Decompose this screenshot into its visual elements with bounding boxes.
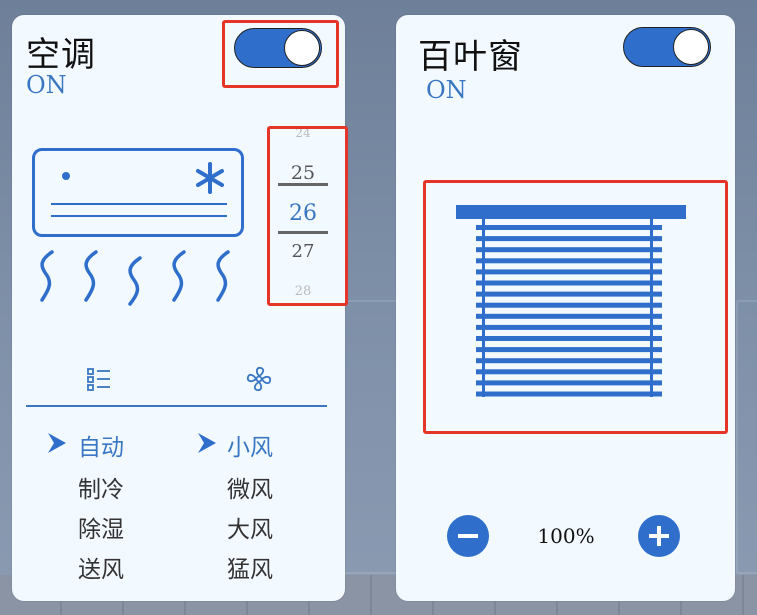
blind-highlight xyxy=(423,180,728,434)
temp-picker-highlight xyxy=(267,126,348,306)
ac-vent-line xyxy=(51,203,227,205)
airflow-waves-icon xyxy=(40,250,230,306)
plus-icon xyxy=(649,526,669,546)
air-conditioner-icon xyxy=(32,148,244,237)
wall-panel-right xyxy=(736,300,757,574)
ac-indicator-dot xyxy=(62,172,70,180)
mode-option-dehumidify[interactable]: 除湿 xyxy=(78,510,124,544)
selected-arrow-icon xyxy=(198,433,216,453)
snowflake-icon xyxy=(196,162,224,194)
mode-list-icon[interactable] xyxy=(85,365,113,393)
blind-open-value: 100% xyxy=(537,524,595,548)
blind-state: ON xyxy=(426,76,467,104)
selected-arrow-icon xyxy=(48,433,66,453)
ac-title: 空调 xyxy=(26,35,96,75)
tab-divider xyxy=(26,405,327,407)
fan-option-breeze[interactable]: 微风 xyxy=(227,470,273,504)
ac-state: ON xyxy=(26,71,67,99)
mode-option-auto[interactable]: 自动 xyxy=(78,428,124,462)
mode-option-cool[interactable]: 制冷 xyxy=(78,470,124,504)
minus-icon xyxy=(458,534,478,538)
blind-card: 百叶窗 ON 100% xyxy=(396,15,735,601)
mode-option-fan-only[interactable]: 送风 xyxy=(78,550,124,584)
ac-card: 空调 ON 24 25 26 27 28 自动 制冷 除湿 送风 小风 微风 大… xyxy=(12,15,348,601)
fan-option-turbo[interactable]: 猛风 xyxy=(227,550,273,584)
increase-button[interactable] xyxy=(638,515,680,557)
wall-panel-left xyxy=(340,300,404,574)
fan-option-low[interactable]: 小风 xyxy=(227,428,273,462)
decrease-button[interactable] xyxy=(447,515,489,557)
ac-vent-line xyxy=(51,215,227,217)
fan-icon[interactable] xyxy=(245,365,273,393)
toggle-knob xyxy=(673,29,709,65)
ac-toggle-highlight xyxy=(222,20,339,88)
blind-title: 百叶窗 xyxy=(418,37,523,77)
fan-option-high[interactable]: 大风 xyxy=(227,510,273,544)
blind-power-toggle[interactable] xyxy=(623,27,711,67)
